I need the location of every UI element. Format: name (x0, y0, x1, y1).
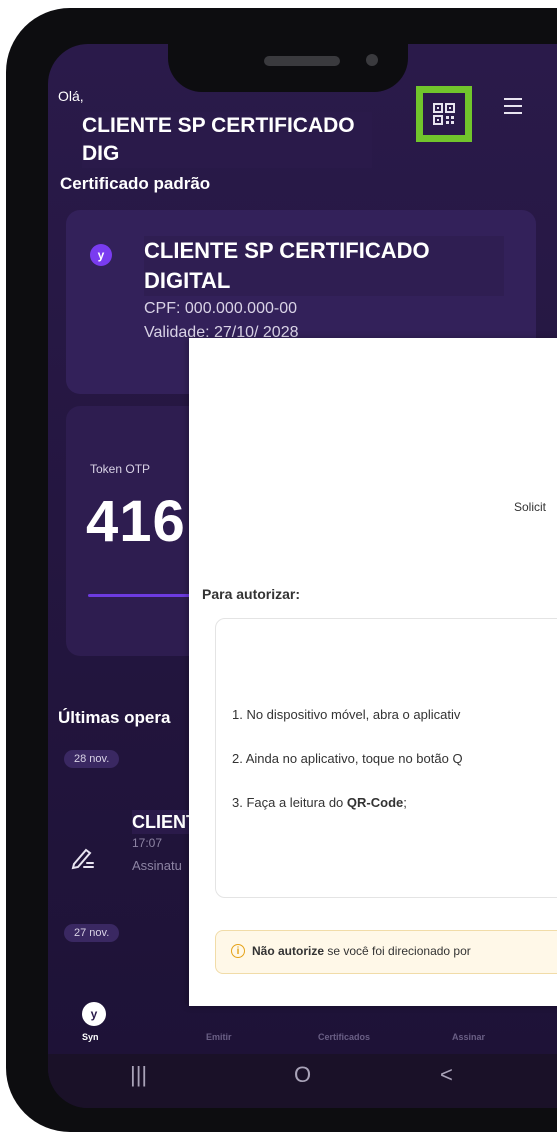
operations-title: Últimas opera (58, 708, 171, 727)
qr-code-icon (433, 103, 455, 125)
warning-text: Não autorize se você foi direcionado por (252, 944, 471, 958)
authorization-modal: Solicit Para autorizar: 1. No dispositiv… (189, 338, 557, 1006)
phone-notch (168, 44, 408, 92)
pen-signature-icon (71, 848, 94, 870)
speaker (264, 56, 340, 66)
tab-emitir[interactable]: Emitir (206, 1032, 232, 1042)
system-nav-bar: ||| O < (48, 1054, 557, 1108)
date-chip: 28 nov. (64, 750, 120, 768)
qr-code-keyword: QR-Code (346, 795, 404, 810)
operation-type: Assinatu (132, 858, 182, 873)
syn-tab-icon[interactable]: y (82, 1002, 106, 1026)
tab-assinar[interactable]: Assinar (452, 1032, 485, 1042)
greeting: Olá, (58, 88, 84, 104)
modal-heading: Para autorizar: (202, 586, 301, 602)
steps-box: 1. No dispositivo móvel, abra o aplicati… (215, 618, 557, 898)
tab-certificados[interactable]: Certificados (318, 1032, 370, 1042)
certificate-cpf: CPF: 000.000.000-00 (144, 300, 297, 317)
step-3: 3. Faça a leitura do QR-Code; (232, 795, 407, 810)
step-1: 1. No dispositivo móvel, abra o aplicati… (232, 707, 461, 722)
qr-code-button[interactable] (416, 86, 472, 142)
camera (366, 54, 378, 66)
hamburger-menu-icon[interactable] (504, 98, 522, 119)
back-button[interactable]: < (440, 1062, 453, 1088)
info-icon: i (231, 944, 245, 958)
home-button[interactable]: O (294, 1062, 311, 1088)
tab-syn[interactable]: Syn (82, 1032, 99, 1042)
section-title: Certificado padrão (60, 174, 211, 193)
token-label: Token OTP (90, 462, 151, 476)
recent-apps-button[interactable]: ||| (130, 1062, 147, 1088)
date-chip: 27 nov. (64, 924, 120, 942)
modal-request-text: Solicit (514, 500, 547, 514)
syn-logo-icon: y (90, 244, 112, 266)
operation-time: 17:07 (132, 836, 163, 850)
token-value: 416 (86, 489, 186, 554)
warning-banner: i Não autorize se você foi direcionado p… (215, 930, 557, 974)
certificate-name: CLIENTE SP CERTIFICADO DIGITAL (144, 236, 504, 296)
user-name: CLIENTE SP CERTIFICADO DIG (82, 112, 372, 168)
step-2: 2. Ainda no aplicativo, toque no botão Q (232, 751, 463, 766)
